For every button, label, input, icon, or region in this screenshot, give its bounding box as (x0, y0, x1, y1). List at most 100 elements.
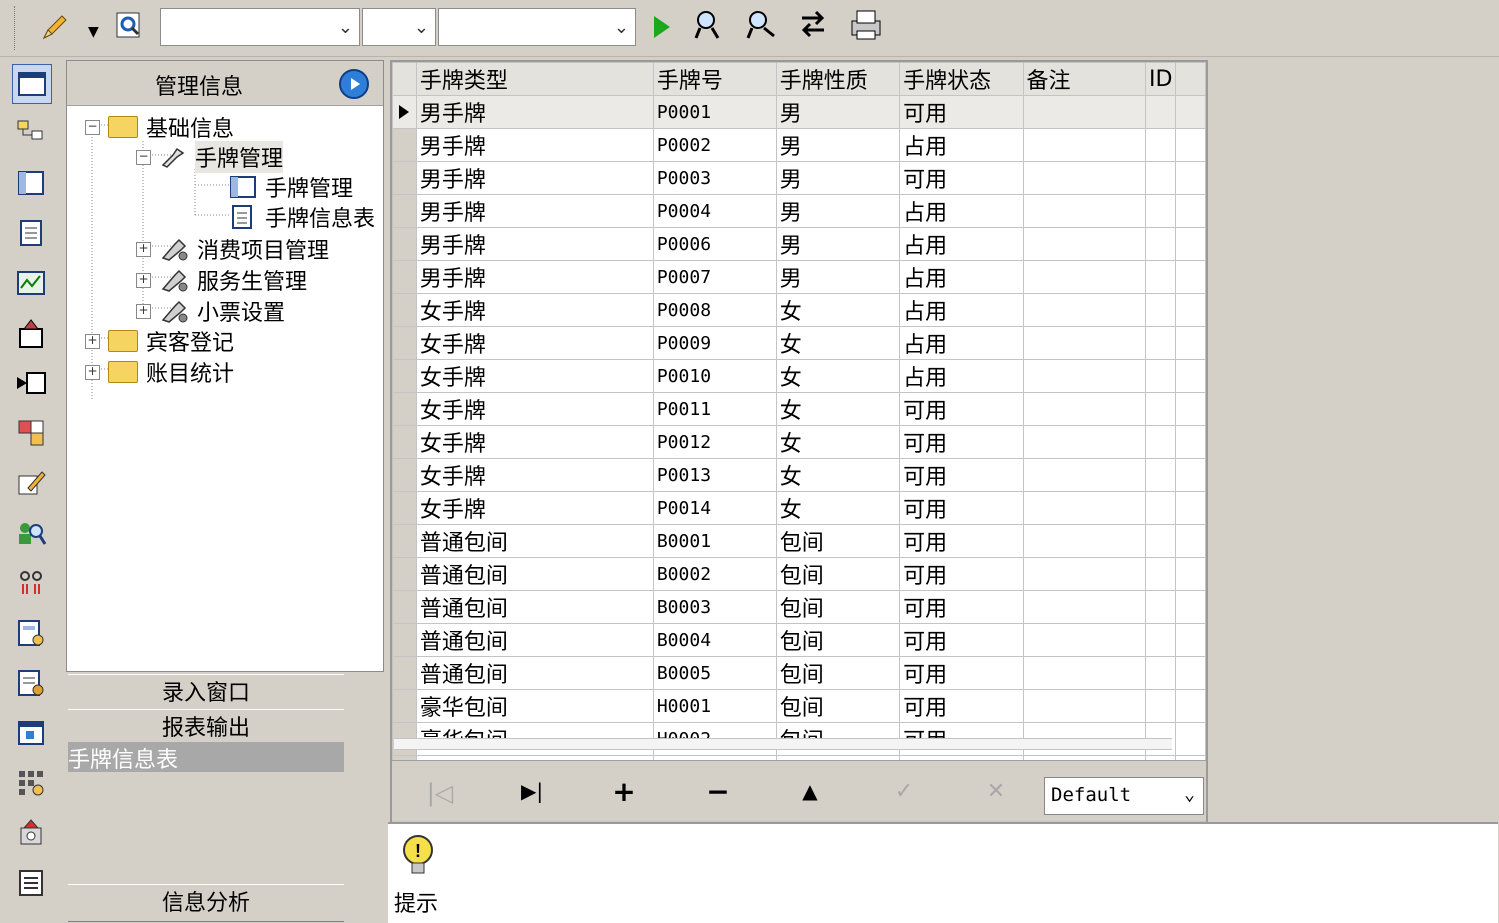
cell-remark[interactable] (1022, 623, 1147, 657)
expand-toggle[interactable]: + (136, 272, 151, 288)
cell-id[interactable] (1145, 458, 1177, 492)
tree-item-card-info-table[interactable]: 手牌信息表 (229, 201, 375, 233)
find-icon[interactable] (692, 8, 726, 42)
cell-card-nature[interactable]: 包间 (775, 590, 901, 624)
replace-icon[interactable] (796, 8, 830, 42)
grid-icon[interactable] (12, 764, 50, 802)
report-output-button[interactable]: 报表输出 (68, 709, 344, 745)
column-header-card-status[interactable]: 手牌状态 (899, 62, 1024, 96)
collapse-toggle[interactable]: − (85, 119, 100, 135)
table-row[interactable]: 男手牌 P0004 男占用 (392, 194, 1206, 228)
first-record-button[interactable]: |◁ (420, 779, 460, 807)
cell-card-no[interactable]: B0003 (652, 590, 777, 624)
run-icon[interactable] (644, 10, 678, 44)
cell-card-type[interactable]: 普通包间 (415, 557, 654, 591)
cell-card-status[interactable]: 可用 (899, 491, 1024, 525)
tree-item-receipt[interactable]: + 小票设置 (136, 295, 285, 327)
cell-card-no[interactable]: B0001 (652, 524, 777, 558)
cell-card-status[interactable]: 可用 (899, 557, 1024, 591)
toolbar-combo-1[interactable]: ⌄ (160, 8, 360, 46)
cell-card-nature[interactable]: 男 (775, 128, 901, 162)
cell-remark[interactable] (1022, 590, 1147, 624)
column-header-card-type[interactable]: 手牌类型 (415, 62, 654, 96)
cell-card-type[interactable]: 女手牌 (415, 326, 654, 360)
cell-card-type[interactable]: 女手牌 (415, 293, 654, 327)
cell-remark[interactable] (1022, 293, 1147, 327)
cell-card-no[interactable]: P0003 (652, 161, 777, 195)
cell-id[interactable] (1145, 194, 1177, 228)
cell-remark[interactable] (1022, 326, 1147, 360)
delete-record-button[interactable]: − (698, 775, 738, 808)
form-icon[interactable] (12, 164, 50, 202)
cell-card-type[interactable]: 普通包间 (415, 590, 654, 624)
cell-id[interactable] (1145, 227, 1177, 261)
table-row[interactable]: 男手牌 P0003 男可用 (392, 161, 1206, 195)
cell-id[interactable] (1145, 524, 1177, 558)
tree-item-accounts[interactable]: + 账目统计 (85, 356, 234, 388)
table-row[interactable]: 女手牌 P0010 女占用 (392, 359, 1206, 393)
tree-item-consumption[interactable]: + 消费项目管理 (136, 233, 329, 265)
cell-card-status[interactable]: 可用 (899, 689, 1024, 723)
row-indicator[interactable] (392, 491, 417, 525)
cell-card-type[interactable]: 男手牌 (415, 194, 654, 228)
cell-card-no[interactable]: P0001 (652, 95, 777, 129)
cell-card-nature[interactable]: 包间 (775, 524, 901, 558)
cell-id[interactable] (1145, 128, 1177, 162)
cell-card-no[interactable]: P0006 (652, 227, 777, 261)
cell-id[interactable] (1145, 557, 1177, 591)
column-header-id[interactable]: ID (1145, 62, 1177, 96)
cell-card-status[interactable]: 可用 (899, 656, 1024, 690)
column-header-card-no[interactable]: 手牌号 (652, 62, 777, 96)
row-indicator[interactable] (392, 194, 417, 228)
cell-id[interactable] (1145, 689, 1177, 723)
cell-card-type[interactable]: 女手牌 (415, 491, 654, 525)
people-icon[interactable] (12, 564, 50, 602)
box-icon[interactable] (12, 314, 50, 352)
row-indicator[interactable] (392, 557, 417, 591)
add-record-button[interactable]: + (604, 775, 644, 808)
cell-card-nature[interactable]: 包间 (775, 689, 901, 723)
cell-card-nature[interactable]: 女 (775, 458, 901, 492)
tree-item-guest-register[interactable]: + 宾客登记 (85, 325, 234, 357)
arrow-grid-icon[interactable] (12, 364, 50, 402)
cell-id[interactable] (1145, 359, 1177, 393)
cell-remark[interactable] (1022, 392, 1147, 426)
cell-id[interactable] (1145, 623, 1177, 657)
tree-icon[interactable] (12, 114, 50, 152)
column-header-card-nature[interactable]: 手牌性质 (775, 62, 901, 96)
analysis-button[interactable]: 信息分析 (68, 884, 344, 922)
row-indicator[interactable] (392, 425, 417, 459)
preview-icon[interactable] (112, 8, 146, 42)
cell-card-type[interactable]: 普通包间 (415, 656, 654, 690)
cell-remark[interactable] (1022, 491, 1147, 525)
cell-card-no[interactable]: P0004 (652, 194, 777, 228)
cell-remark[interactable] (1022, 95, 1147, 129)
cell-id[interactable] (1145, 293, 1177, 327)
cell-card-status[interactable]: 可用 (899, 392, 1024, 426)
chart-icon[interactable] (12, 264, 50, 302)
report-icon[interactable] (12, 614, 50, 652)
collapse-toggle[interactable]: − (136, 149, 151, 165)
cell-id[interactable] (1145, 260, 1177, 294)
cell-id[interactable] (1145, 590, 1177, 624)
collapse-button[interactable] (339, 69, 369, 99)
cell-card-nature[interactable]: 女 (775, 425, 901, 459)
cell-card-no[interactable]: P0014 (652, 491, 777, 525)
cell-card-status[interactable]: 占用 (899, 326, 1024, 360)
cell-card-type[interactable]: 普通包间 (415, 524, 654, 558)
cell-card-status[interactable]: 可用 (899, 161, 1024, 195)
cell-remark[interactable] (1022, 458, 1147, 492)
report-list-item-selected[interactable]: 手牌信息表 (68, 742, 344, 773)
cell-remark[interactable] (1022, 227, 1147, 261)
cell-card-nature[interactable]: 男 (775, 194, 901, 228)
row-indicator[interactable] (392, 524, 417, 558)
row-indicator[interactable] (392, 359, 417, 393)
post-record-button[interactable]: ✓ (884, 779, 924, 804)
cell-card-no[interactable]: P0008 (652, 293, 777, 327)
cancel-record-button[interactable]: ✕ (976, 779, 1016, 804)
cell-card-no[interactable]: H0001 (652, 689, 777, 723)
table-row[interactable]: 女手牌 P0012 女可用 (392, 425, 1206, 459)
cell-card-nature[interactable]: 包间 (775, 557, 901, 591)
current-row-indicator-icon[interactable] (392, 95, 417, 129)
entry-window-button[interactable]: 录入窗口 (68, 674, 344, 710)
